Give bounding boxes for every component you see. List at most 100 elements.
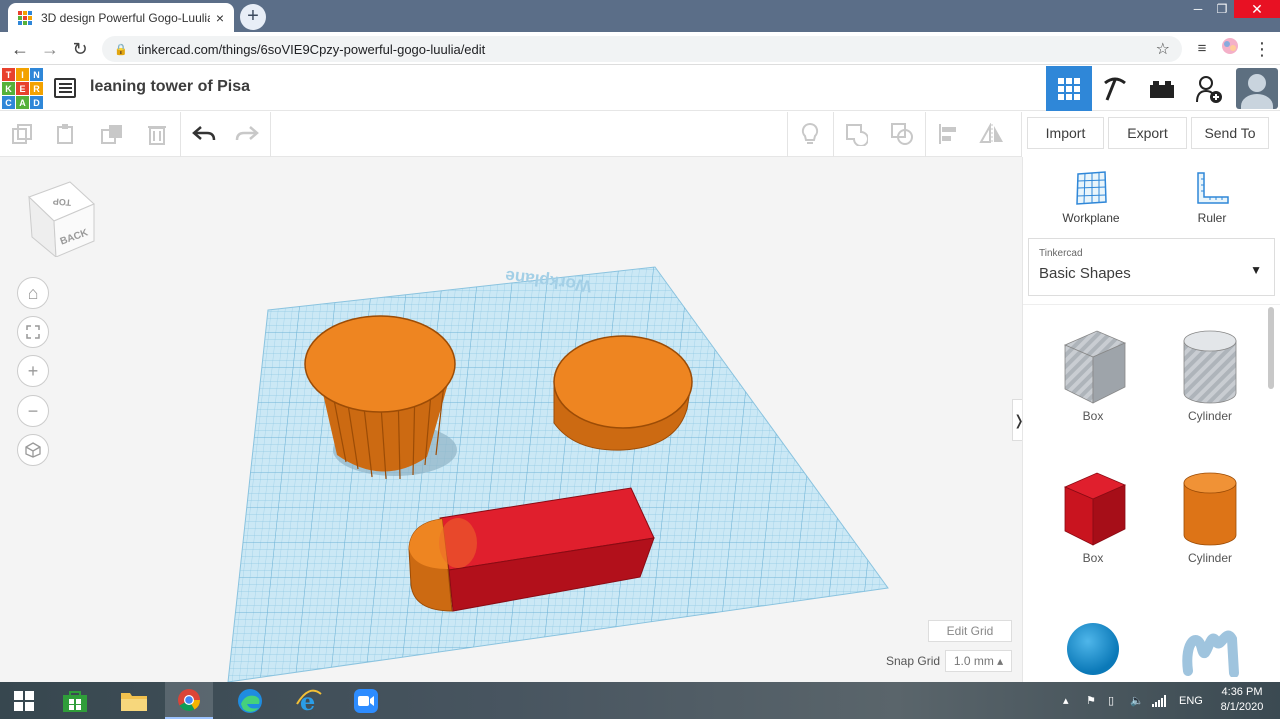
address-bar[interactable]: 🔒 tinkercad.com/things/6soVIE9Cpzy-power… — [102, 36, 1182, 62]
wifi-icon[interactable] — [1152, 682, 1166, 719]
shape-cylinder[interactable]: Cylinder — [1165, 467, 1255, 565]
orange-cylinder-icon — [1165, 467, 1255, 551]
tray-device-icon[interactable]: ▯ — [1108, 682, 1114, 719]
ruler-tool[interactable]: Ruler — [1172, 169, 1252, 225]
zoom-out-icon[interactable]: − — [17, 395, 49, 427]
lightbulb-icon[interactable] — [796, 120, 824, 148]
snap-grid-select[interactable]: 1.0 mm ▴ — [945, 650, 1012, 672]
panel-divider — [1023, 304, 1280, 305]
bricks-view-button[interactable] — [1139, 66, 1185, 111]
start-button[interactable] — [0, 682, 48, 719]
shape-sphere[interactable] — [1048, 619, 1138, 679]
clock-time: 4:36 PM — [1221, 686, 1263, 698]
workplane-tool[interactable]: Workplane — [1051, 169, 1131, 225]
toolbar-divider — [925, 112, 926, 157]
close-window-button[interactable]: ✕ — [1234, 0, 1280, 18]
reload-icon[interactable]: ↻ — [68, 37, 92, 61]
shape-library-select[interactable]: Tinkercad Basic Shapes ▼ — [1028, 238, 1275, 296]
tray-overflow-icon[interactable]: ▴ — [1063, 682, 1069, 719]
export-button[interactable]: Export — [1108, 117, 1187, 149]
3d-workspace[interactable]: Workplane TOP BACK ⌂ + − Edit Grid Snap … — [0, 157, 1022, 682]
forward-arrow-icon[interactable]: → — [38, 37, 62, 61]
redo-icon[interactable] — [233, 120, 261, 148]
snap-grid-label: Snap Grid — [886, 654, 941, 668]
new-tab-button[interactable]: + — [240, 4, 266, 30]
media-queue-icon[interactable]: ≡ — [1190, 37, 1214, 61]
speaker-icon[interactable]: 🔈 — [1130, 682, 1144, 719]
scribble-icon — [1165, 619, 1255, 679]
windows-logo-icon — [14, 690, 34, 711]
user-avatar[interactable] — [1236, 68, 1278, 109]
striped-cylinder-icon — [1165, 325, 1255, 409]
group-icon[interactable] — [842, 120, 870, 148]
tinkercad-header: T I N K E R C A D leaning tower of Pisa — [0, 66, 1280, 111]
3d-scene[interactable]: Workplane — [0, 157, 1022, 682]
undo-icon[interactable] — [190, 120, 218, 148]
edge-app[interactable] — [226, 682, 274, 719]
cylinder-shape[interactable] — [553, 335, 693, 451]
invite-user-button[interactable] — [1186, 66, 1232, 111]
toolbar-divider — [180, 112, 181, 157]
trash-icon[interactable] — [143, 120, 171, 148]
view-cube[interactable]: TOP BACK — [26, 177, 98, 259]
codeblocks-view-button[interactable] — [1092, 66, 1138, 111]
language-indicator[interactable]: ENG — [1179, 682, 1203, 719]
browser-menu-icon[interactable]: ⋮ — [1250, 37, 1274, 61]
shape-scribble[interactable] — [1165, 619, 1255, 679]
chrome-icon — [178, 688, 200, 711]
internet-explorer-app[interactable]: e — [285, 682, 333, 719]
shape-cylinder-hole[interactable]: Cylinder — [1165, 325, 1255, 423]
extension-icon[interactable] — [1218, 37, 1242, 61]
mirror-icon[interactable] — [978, 120, 1006, 148]
tinkercad-logo[interactable]: T I N K E R C A D — [2, 68, 43, 109]
browser-tab[interactable]: 3D design Powerful Gogo-Luulia × — [8, 3, 234, 32]
brick-icon — [1150, 80, 1174, 98]
fit-view-icon[interactable] — [17, 316, 49, 348]
ungroup-icon[interactable] — [888, 120, 916, 148]
system-clock[interactable]: 4:36 PM 8/1/2020 — [1212, 685, 1272, 715]
align-icon[interactable] — [934, 120, 962, 148]
design-title[interactable]: leaning tower of Pisa — [90, 78, 250, 96]
folder-icon — [121, 692, 147, 711]
toolbar-divider — [787, 112, 788, 157]
perspective-toggle-icon[interactable] — [17, 434, 49, 466]
zoom-icon — [354, 688, 378, 713]
ruler-icon — [1172, 169, 1252, 207]
maximize-window-button[interactable]: ❐ — [1210, 0, 1234, 18]
edge-icon — [238, 688, 262, 713]
panel-scrollbar[interactable] — [1268, 307, 1274, 389]
internet-explorer-icon: e — [296, 688, 322, 714]
pickaxe-icon — [1104, 77, 1126, 101]
minimize-window-button[interactable]: ─ — [1186, 0, 1210, 18]
toolbar-divider — [833, 112, 834, 157]
chrome-app[interactable] — [165, 682, 213, 719]
home-view-icon[interactable]: ⌂ — [17, 277, 49, 309]
paste-icon[interactable] — [52, 120, 80, 148]
send-to-button[interactable]: Send To — [1191, 117, 1269, 149]
bookmark-star-icon[interactable]: ☆ — [1156, 39, 1170, 59]
file-explorer-app[interactable] — [110, 682, 158, 719]
zoom-in-icon[interactable]: + — [17, 355, 49, 387]
tray-flag-icon[interactable]: ⚑ — [1086, 682, 1096, 719]
duplicate-icon[interactable] — [98, 120, 126, 148]
3d-design-view-button[interactable] — [1046, 66, 1092, 111]
copy-icon[interactable] — [8, 120, 36, 148]
tab-close-icon[interactable]: × — [216, 10, 224, 26]
design-list-icon[interactable] — [54, 78, 76, 98]
workplane-grid-icon — [1051, 169, 1131, 207]
panel-collapse-toggle[interactable]: ❭ — [1012, 399, 1022, 441]
store-icon — [63, 690, 87, 712]
import-button[interactable]: Import — [1027, 117, 1104, 149]
edit-grid-button[interactable]: Edit Grid — [928, 620, 1012, 642]
store-app[interactable] — [51, 682, 99, 719]
shape-label: Box — [1082, 409, 1104, 423]
shape-box-hole[interactable]: Box — [1048, 325, 1138, 423]
tab-title: 3D design Powerful Gogo-Luulia — [41, 10, 210, 25]
browser-navbar: ← → ↻ 🔒 tinkercad.com/things/6soVIE9Cpzy… — [0, 32, 1280, 65]
zoom-app[interactable] — [342, 682, 390, 719]
shape-box[interactable]: Box — [1048, 467, 1138, 565]
library-value: Basic Shapes — [1039, 265, 1131, 282]
back-arrow-icon[interactable]: ← — [8, 37, 32, 61]
windows-taskbar: e ▴ ⚑ ▯ 🔈 ENG 4:36 PM 8/1/2020 — [0, 682, 1280, 719]
viewcube-top-label: TOP — [52, 196, 71, 208]
